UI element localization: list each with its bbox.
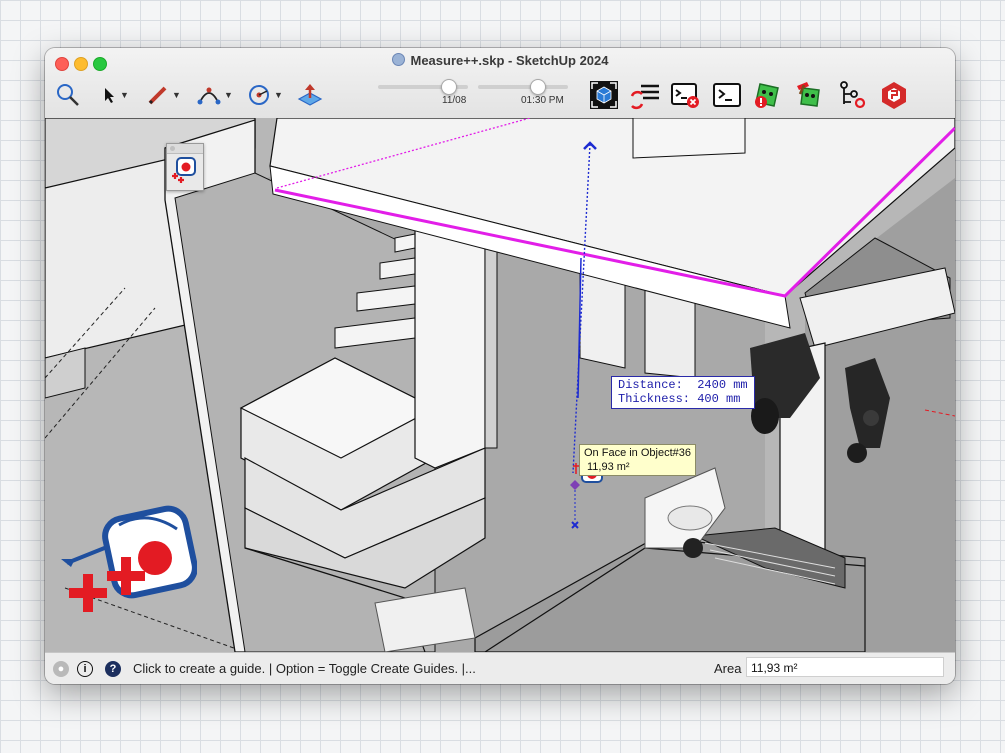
- sketchup-window: Measure++.skp - SketchUp 2024 ▼ ▼ ▼ ▼ 11…: [45, 48, 955, 684]
- shadow-date-slider[interactable]: [378, 79, 468, 95]
- model-viewport[interactable]: Distance: 2400 mm Thickness: 400 mm On F…: [45, 118, 955, 652]
- hierarchy-icon: [840, 81, 866, 109]
- select-arrow-icon: [105, 88, 114, 103]
- arc-icon: [197, 87, 221, 105]
- distance-readout: Distance: 2400 mm: [618, 378, 748, 392]
- shadow-time-label: 01:30 PM: [521, 95, 564, 106]
- pencil-tool-button[interactable]: ▼: [147, 80, 181, 110]
- date-slider-knob[interactable]: [441, 79, 457, 95]
- measurements-box[interactable]: 11,93 m²: [746, 657, 944, 677]
- extension-cube-icon: [882, 82, 906, 109]
- arc-tool-button[interactable]: ▼: [197, 80, 233, 110]
- help-icon[interactable]: ?: [105, 661, 121, 677]
- search-icon: [57, 84, 79, 106]
- inference-label: On Face in Object#36: [584, 447, 692, 459]
- search-button[interactable]: [55, 80, 81, 110]
- palette-close-button[interactable]: [170, 146, 175, 151]
- titlebar: Measure++.skp - SketchUp 2024 ▼ ▼ ▼ ▼ 11…: [45, 48, 955, 119]
- geo-location-icon[interactable]: ●: [53, 661, 69, 677]
- inference-tooltip: On Face in Object#36 11,93 m²: [579, 444, 697, 476]
- document-icon: [391, 53, 405, 66]
- refresh-list-icon: [630, 84, 659, 110]
- chevron-down-icon[interactable]: ▼: [274, 90, 283, 100]
- circle-icon: [249, 85, 269, 105]
- console-error-button[interactable]: [670, 80, 700, 110]
- refresh-list-button[interactable]: [629, 80, 659, 110]
- ruby-tool-icon: [797, 82, 820, 107]
- measure-plus-plus-logo: [61, 505, 197, 612]
- select-tool-button[interactable]: ▼: [103, 80, 129, 110]
- thickness-readout: Thickness: 400 mm: [618, 392, 741, 406]
- chevron-down-icon[interactable]: ▼: [120, 90, 129, 100]
- circle-tool-button[interactable]: ▼: [247, 80, 283, 110]
- console-error-icon: [671, 83, 699, 108]
- info-icon[interactable]: i: [77, 661, 93, 677]
- chevron-down-icon[interactable]: ▼: [172, 90, 181, 100]
- measure-plus-tool-icon[interactable]: [167, 154, 203, 190]
- push-pull-tool-button[interactable]: [297, 80, 323, 110]
- hierarchy-button[interactable]: [837, 80, 867, 110]
- warning-bug-button[interactable]: [752, 80, 782, 110]
- chevron-down-icon[interactable]: ▼: [224, 90, 233, 100]
- time-slider-knob[interactable]: [530, 79, 546, 95]
- measurements-label: Area: [714, 661, 742, 676]
- shadow-date-label: 11/08: [442, 95, 467, 106]
- viewcube-icon: [590, 81, 618, 109]
- push-pull-icon: [297, 84, 323, 106]
- measurement-tooltip: Distance: 2400 mm Thickness: 400 mm: [611, 376, 755, 409]
- inference-area: 11,93 m²: [587, 461, 630, 473]
- measure-toolbar-palette: [166, 143, 204, 191]
- ruby-tool-button[interactable]: [795, 80, 825, 110]
- window-title: Measure++.skp - SketchUp 2024: [45, 53, 955, 68]
- pencil-icon: [148, 86, 167, 105]
- extension-cube-button[interactable]: [879, 80, 909, 110]
- shadow-time-slider[interactable]: [478, 79, 568, 95]
- console-icon: [713, 83, 741, 107]
- warning-bug-icon: [755, 83, 779, 108]
- status-message: Click to create a guide. | Option = Togg…: [133, 661, 476, 676]
- viewcube-button[interactable]: [589, 80, 619, 110]
- console-button[interactable]: [712, 80, 742, 110]
- status-bar: ● i ? Click to create a guide. | Option …: [45, 652, 955, 684]
